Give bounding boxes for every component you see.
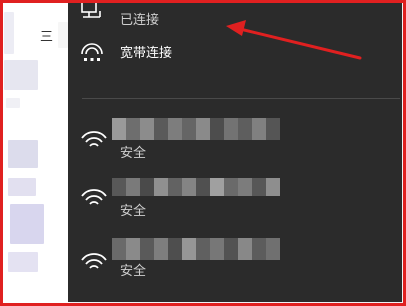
dialup-icon xyxy=(78,42,108,68)
blurred-text xyxy=(8,178,36,196)
blurred-text xyxy=(8,140,38,168)
network-name-broadband: 宽带连接 xyxy=(120,46,173,61)
network-status-wifi: 安全 xyxy=(120,264,147,279)
background-window: 三 xyxy=(0,0,70,306)
wifi-icon xyxy=(80,182,110,208)
network-item-wifi[interactable]: 安全 xyxy=(68,176,402,220)
network-item-wifi[interactable]: 安全 xyxy=(68,234,402,284)
blurred-text xyxy=(8,252,38,272)
network-item-wifi[interactable]: 安全 xyxy=(68,112,402,162)
redacted-network-name xyxy=(112,238,280,260)
network-status-ethernet: 已连接 xyxy=(120,13,160,28)
blurred-text xyxy=(10,204,44,244)
network-item-broadband[interactable]: 宽带连接 xyxy=(68,36,402,72)
wifi-icon xyxy=(80,124,110,150)
blurred-text xyxy=(58,22,68,48)
redacted-network-name xyxy=(112,118,280,140)
blurred-text xyxy=(4,12,14,54)
network-status-wifi: 安全 xyxy=(120,204,147,219)
ethernet-icon xyxy=(78,0,108,26)
divider xyxy=(82,98,400,99)
blurred-text xyxy=(4,60,38,90)
blurred-text xyxy=(6,98,20,108)
redacted-network-name xyxy=(112,178,280,196)
network-status-wifi: 安全 xyxy=(120,146,147,161)
network-item-ethernet[interactable]: 已连接 xyxy=(68,0,402,40)
wifi-icon xyxy=(80,246,110,272)
network-flyout: 已连接 宽带连接 安全 安全 安全 xyxy=(68,0,402,302)
menu-glyph: 三 xyxy=(40,30,54,45)
screen: 三 已连接 宽带连接 安全 安全 安全 xyxy=(0,0,406,306)
